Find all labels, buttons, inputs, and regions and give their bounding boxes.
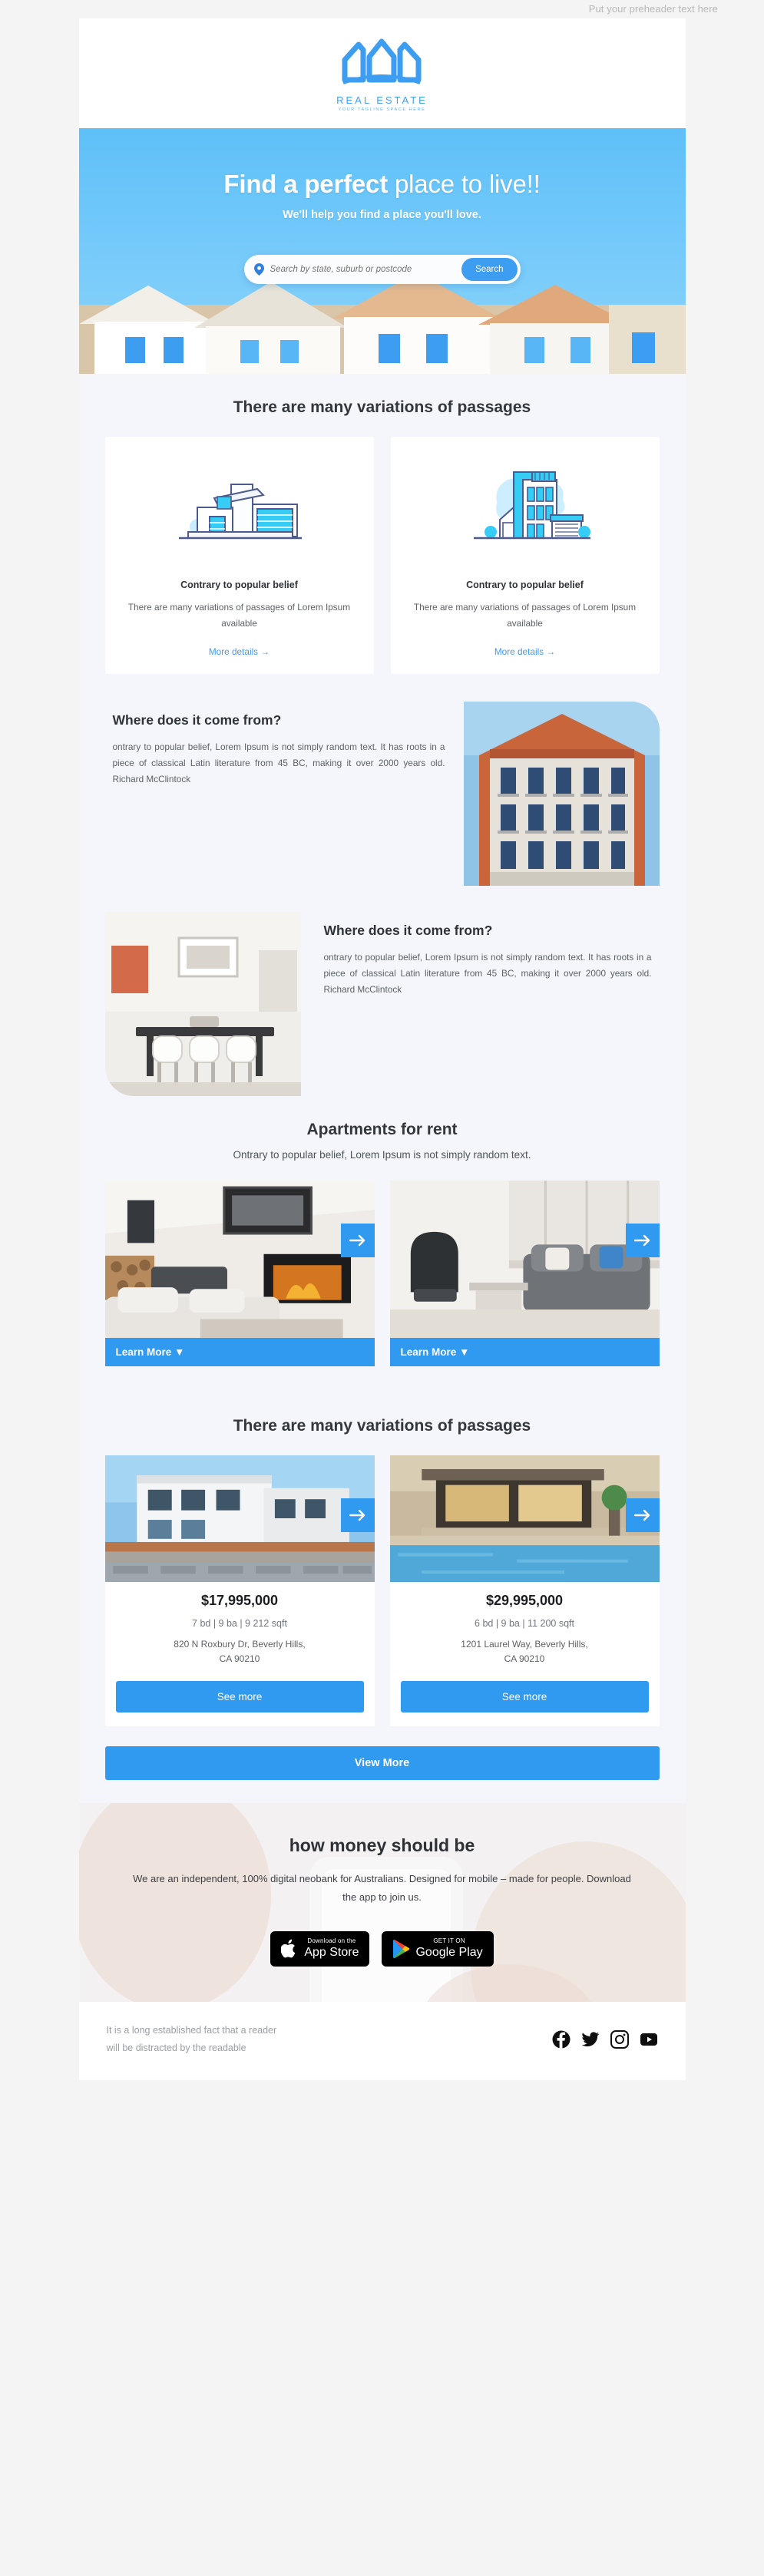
modern-dining-room-photo [104, 912, 301, 1097]
hero-title-rest: place to live!! [388, 170, 541, 198]
paris-haussmann-building-photo [463, 702, 660, 887]
listing-specs: 6 bd | 9 ba | 11 200 sqft [475, 1618, 574, 1630]
modern-house-illustration-icon [117, 449, 362, 570]
apartments-heading: Apartments for rent [306, 1121, 458, 1139]
email-header: REAL ESTATE YOUR TAGLINE SPACE HERE [78, 18, 686, 128]
real-estate-logo-icon [342, 38, 422, 84]
listing-address-line2: CA 90210 [504, 1653, 545, 1665]
learn-more-button[interactable]: Learn More ▼ [104, 1338, 375, 1367]
google-play-badge-small: GET IT ON [433, 1937, 465, 1945]
feature-card[interactable]: Contrary to popular belief There are man… [104, 437, 374, 675]
about-text-block: Where does it come from? ontrary to popu… [105, 702, 464, 886]
instagram-icon[interactable] [610, 2029, 629, 2049]
more-details-link[interactable]: More details → [209, 646, 270, 657]
about-heading: Where does it come from? [323, 923, 493, 939]
search-button[interactable]: Search [461, 258, 518, 281]
email-body: REAL ESTATE YOUR TAGLINE SPACE HERE Find… [78, 18, 686, 2080]
apartments-subheading: Ontrary to popular belief, Lorem Ipsum i… [233, 1149, 531, 1161]
listing-specs: 7 bd | 9 ba | 9 212 sqft [192, 1618, 287, 1630]
email-footer: It is a long established fact that a rea… [78, 2001, 686, 2080]
see-more-button[interactable]: See more [115, 1680, 364, 1712]
social-links [552, 2029, 658, 2049]
footer-text: It is a long established fact that a rea… [107, 2022, 277, 2057]
next-arrow-button[interactable] [340, 1224, 375, 1258]
listing-price: $29,995,000 [485, 1593, 564, 1609]
feature-cards: Contrary to popular belief There are man… [79, 417, 686, 697]
feature-card-text: There are many variations of passages of… [127, 602, 351, 629]
google-play-badge-big: Google Play [415, 1945, 483, 1959]
brand-name: REAL ESTATE [336, 94, 428, 106]
hero-title: Find a perfect place to live!! [79, 170, 686, 199]
apartments-row: Learn More ▼ Learn More ▼ [79, 1161, 686, 1367]
google-play-badge[interactable]: GET IT ON Google Play [382, 1930, 494, 1967]
cta-heading: how money should be [289, 1835, 475, 1855]
apartment-card[interactable]: Learn More ▼ [389, 1181, 660, 1367]
brand-logo[interactable]: REAL ESTATE YOUR TAGLINE SPACE HERE [336, 35, 428, 112]
store-badges: Download on the App Store GET IT ON Goog… [125, 1930, 640, 1967]
next-arrow-button[interactable] [625, 1498, 660, 1533]
next-arrow-button[interactable] [625, 1224, 660, 1258]
google-play-icon [393, 1939, 410, 1958]
feature-card-title: Contrary to popular belief [466, 580, 584, 590]
white-modern-villa-photo [104, 1455, 375, 1583]
view-more-button[interactable]: View More [104, 1745, 660, 1780]
about-section-1: Where does it come from? ontrary to popu… [79, 697, 686, 887]
twitter-icon[interactable] [581, 2030, 600, 2049]
living-room-with-fireplace-photo [104, 1181, 375, 1339]
hero-banner: Find a perfect place to live!! We'll hel… [78, 128, 686, 374]
about-paragraph: ontrary to popular belief, Lorem Ipsum i… [323, 952, 652, 996]
facebook-icon[interactable] [552, 2030, 571, 2049]
feature-card[interactable]: Contrary to popular belief There are man… [390, 437, 660, 675]
about-section-2: Where does it come from? ontrary to popu… [79, 886, 686, 1097]
hero-title-bold: Find a perfect [223, 170, 388, 198]
feature-card-title: Contrary to popular belief [180, 580, 298, 590]
listing-address-line2: CA 90210 [219, 1653, 260, 1665]
youtube-icon[interactable] [640, 2030, 658, 2049]
arrow-right-icon [633, 1235, 650, 1247]
about-paragraph: ontrary to popular belief, Lorem Ipsum i… [112, 741, 445, 785]
listing-card[interactable]: $29,995,000 6 bd | 9 ba | 11 200 sqft 12… [389, 1455, 660, 1726]
listing-card[interactable]: $17,995,000 7 bd | 9 ba | 9 212 sqft 820… [104, 1455, 375, 1726]
listings-row: $17,995,000 7 bd | 9 ba | 9 212 sqft 820… [79, 1435, 686, 1726]
app-download-section: how money should be We are an independen… [78, 1802, 686, 2002]
arrow-right-icon [633, 1510, 650, 1521]
next-arrow-button[interactable] [340, 1498, 375, 1533]
app-store-badge[interactable]: Download on the App Store [270, 1930, 370, 1967]
about-heading: Where does it come from? [112, 712, 282, 728]
poolside-modern-house-photo [389, 1455, 660, 1583]
apple-icon [281, 1939, 296, 1958]
apartment-card[interactable]: Learn More ▼ [104, 1181, 375, 1367]
hero-search-bar[interactable]: Search [243, 255, 521, 284]
footer-text-line1: It is a long established fact that a rea… [106, 2024, 277, 2036]
listing-address-line1: 820 N Roxbury Dr, Beverly Hills, [174, 1639, 306, 1650]
about-text-block: Where does it come from? ontrary to popu… [301, 912, 660, 1096]
brand-tagline: YOUR TAGLINE SPACE HERE [338, 107, 426, 112]
footer-text-line2: will be distracted by the readable [106, 2042, 246, 2053]
features-heading: There are many variations of passages [233, 398, 531, 416]
grey-sofa-lounge-photo [389, 1181, 660, 1339]
app-store-badge-small: Download on the [307, 1937, 356, 1945]
preheader-text: Put your preheader text here [588, 3, 718, 15]
location-pin-icon [253, 263, 264, 276]
listing-price: $17,995,000 [200, 1593, 279, 1609]
arrow-right-icon [349, 1510, 365, 1521]
cta-paragraph: We are an independent, 100% digital neob… [133, 1872, 631, 1903]
learn-more-button[interactable]: Learn More ▼ [389, 1338, 660, 1367]
listing-address-line1: 1201 Laurel Way, Beverly Hills, [461, 1639, 588, 1650]
listings-heading: There are many variations of passages [233, 1417, 531, 1435]
app-store-badge-big: App Store [304, 1945, 359, 1959]
more-details-link[interactable]: More details → [494, 646, 555, 657]
see-more-button[interactable]: See more [400, 1680, 649, 1712]
hero-subtitle: We'll help you find a place you'll love. [283, 209, 481, 221]
arrow-right-icon [349, 1235, 365, 1247]
feature-card-text: There are many variations of passages of… [413, 602, 637, 629]
apartments-section: Apartments for rent Ontrary to popular b… [78, 1096, 686, 1393]
apartment-building-illustration-icon [403, 449, 647, 570]
search-input[interactable] [270, 265, 462, 274]
